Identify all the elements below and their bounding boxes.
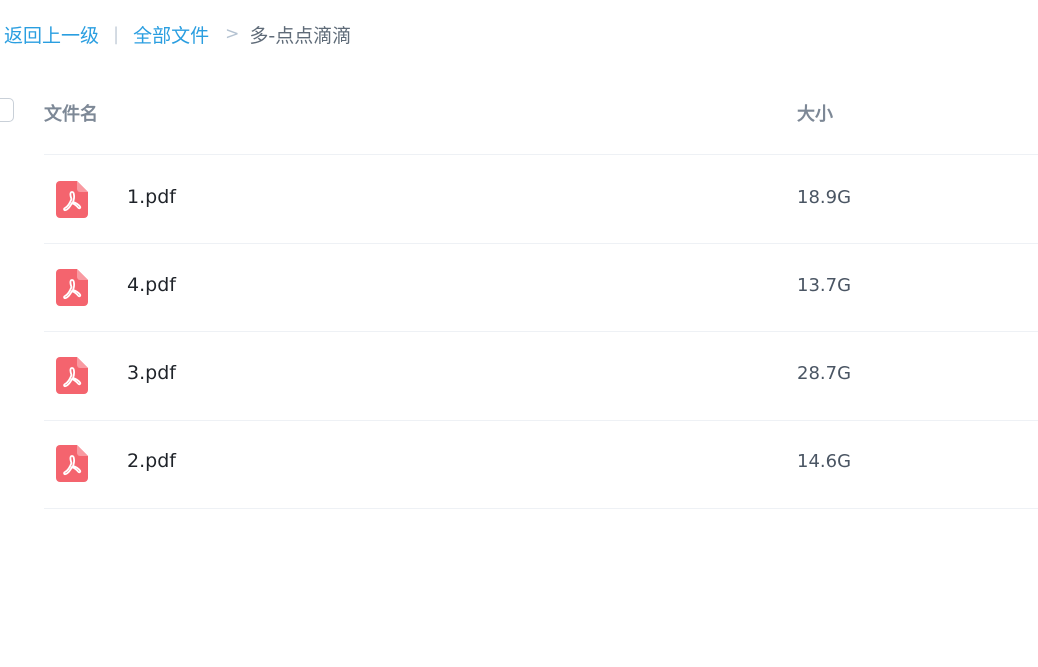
file-name[interactable]: 3.pdf	[127, 362, 176, 384]
file-name[interactable]: 4.pdf	[127, 274, 176, 296]
table-row[interactable]: 4.pdf 13.7G	[0, 243, 1038, 331]
file-rows: 1.pdf 18.9G 4.pdf 13.7G 3.pdf 28.7G 2.pd…	[0, 155, 1038, 509]
select-all-checkbox[interactable]	[0, 98, 14, 122]
current-folder: 多-点点滴滴	[249, 24, 352, 47]
file-name[interactable]: 2.pdf	[127, 450, 176, 472]
file-size: 13.7G	[797, 275, 852, 296]
file-browser: 返回上一级 | 全部文件 > 多-点点滴滴 文件名 大小 1.pdf 18.9G…	[0, 0, 1038, 667]
breadcrumb: 返回上一级 | 全部文件 > 多-点点滴滴	[4, 20, 351, 48]
breadcrumb-divider: |	[113, 23, 120, 45]
column-header-size[interactable]: 大小	[797, 100, 833, 126]
pdf-icon	[56, 445, 88, 482]
pdf-icon	[56, 269, 88, 306]
file-name[interactable]: 1.pdf	[127, 186, 176, 208]
table-header: 文件名 大小	[0, 70, 1038, 155]
file-size: 28.7G	[797, 363, 852, 384]
column-header-name[interactable]: 文件名	[44, 100, 98, 126]
back-link[interactable]: 返回上一级	[4, 21, 99, 48]
table-row[interactable]: 2.pdf 14.6G	[0, 419, 1038, 507]
table-row[interactable]: 3.pdf 28.7G	[0, 331, 1038, 419]
pdf-icon	[56, 357, 88, 394]
divider	[44, 508, 1038, 509]
file-size: 18.9G	[797, 187, 852, 208]
file-size: 14.6G	[797, 451, 852, 472]
all-files-link[interactable]: 全部文件	[133, 21, 209, 48]
table-row[interactable]: 1.pdf 18.9G	[0, 155, 1038, 243]
breadcrumb-separator: >	[225, 24, 240, 44]
pdf-icon	[56, 181, 88, 218]
